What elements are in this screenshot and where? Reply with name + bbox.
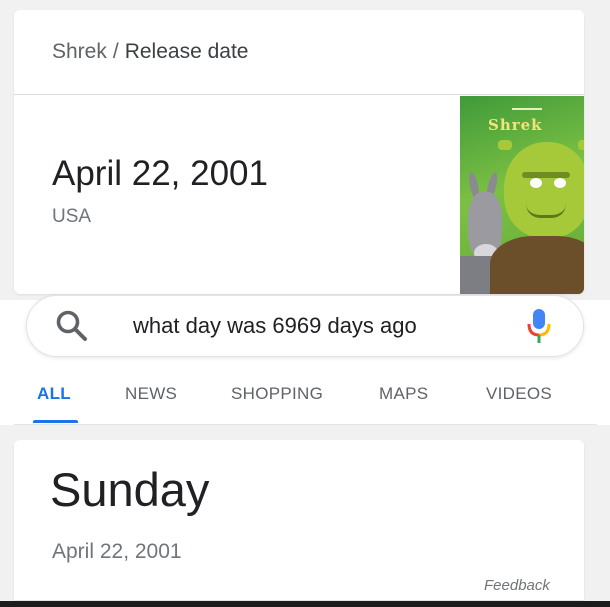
release-date-answer: April 22, 2001 [52, 154, 268, 193]
breadcrumb-separator: / [112, 40, 119, 63]
poster-ogre-brow [522, 172, 570, 178]
poster-ogre-head [504, 142, 584, 238]
poster-studio-mark [512, 108, 542, 110]
movie-poster-image[interactable]: Shrek [460, 96, 584, 294]
answer-day: Sunday [50, 463, 210, 516]
search-query-input[interactable]: what day was 6969 days ago [133, 313, 417, 339]
answer-date: April 22, 2001 [52, 540, 182, 563]
poster-ogre-ear [498, 140, 512, 150]
microphone-icon[interactable] [527, 307, 551, 345]
poster-title: Shrek [488, 116, 543, 134]
poster-ogre-vest [490, 236, 584, 294]
search-bar[interactable]: what day was 6969 days ago [26, 295, 584, 357]
tab-videos[interactable]: VIDEOS [486, 384, 552, 404]
tab-news[interactable]: NEWS [125, 384, 177, 404]
release-region: USA [52, 206, 92, 227]
poster-ogre-ear [578, 140, 584, 150]
release-date-card: Shrek / Release date April 22, 2001 USA Sh… [14, 10, 584, 294]
tab-maps[interactable]: MAPS [379, 384, 428, 404]
breadcrumb: Shrek / Release date [52, 40, 248, 64]
active-tab-indicator [33, 420, 78, 423]
search-icon[interactable] [55, 309, 89, 343]
poster-ogre-eye [530, 178, 542, 188]
tab-all[interactable]: ALL [37, 384, 71, 404]
tab-shopping[interactable]: SHOPPING [231, 384, 323, 404]
poster-ogre-eye [554, 178, 566, 188]
feedback-link[interactable]: Feedback [484, 577, 550, 594]
date-answer-card: Sunday April 22, 2001 Feedback [14, 440, 584, 600]
breadcrumb-attribute: Release date [124, 40, 249, 63]
search-tabs: ALL NEWS SHOPPING MAPS VIDEOS [0, 378, 610, 424]
screen-bottom-edge [0, 601, 610, 607]
breadcrumb-entity-link[interactable]: Shrek [52, 40, 107, 63]
card-divider [14, 94, 584, 95]
